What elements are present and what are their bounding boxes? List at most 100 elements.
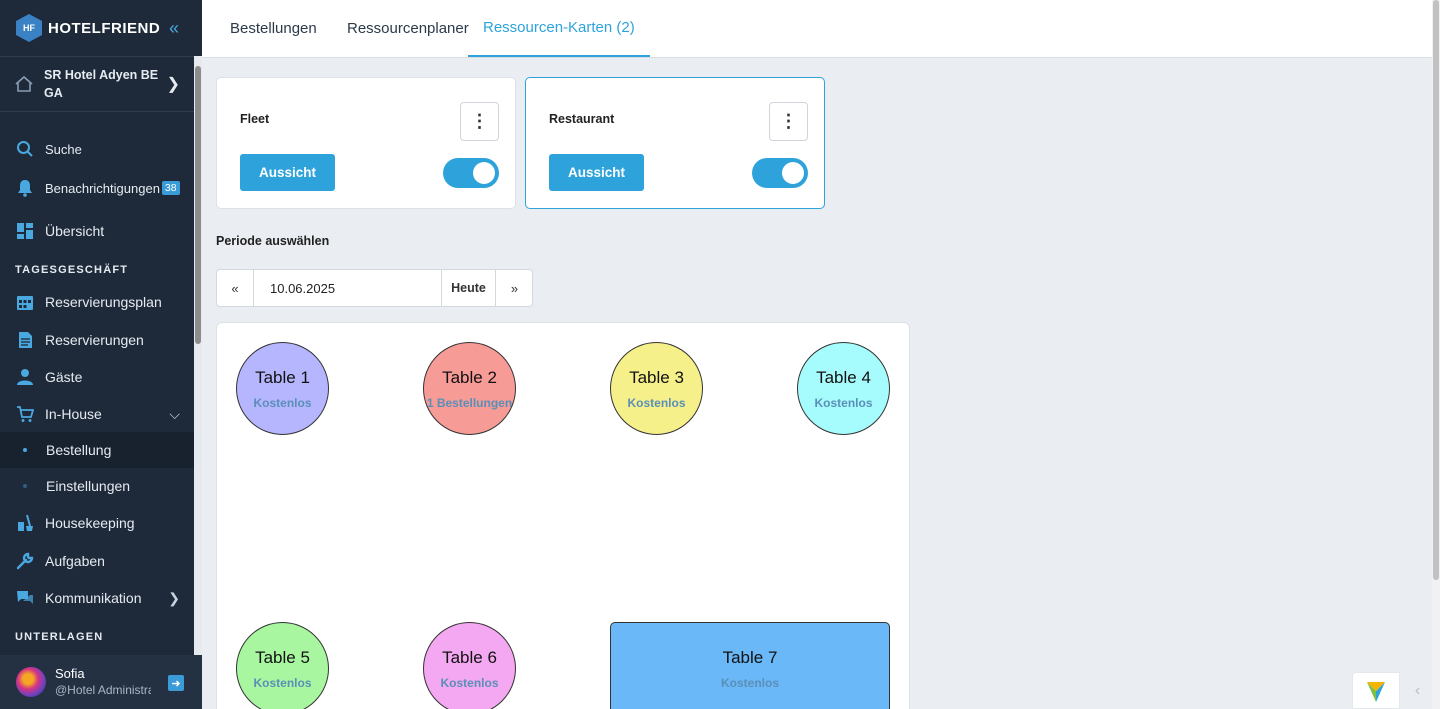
table-1[interactable]: Table 1 Kostenlos (236, 342, 329, 435)
help-widget-button[interactable] (1352, 672, 1400, 709)
period-label: Periode auswählen (216, 234, 330, 248)
table-2[interactable]: Table 2 1 Bestellungen (423, 342, 516, 435)
tab-orders[interactable]: Bestellungen (230, 0, 317, 57)
tab-resource-cards[interactable]: Ressourcen-Karten (2) (468, 0, 650, 57)
table-status: Kostenlos (253, 675, 312, 690)
sidebar-subitem-settings[interactable]: Einstellungen (0, 468, 194, 504)
enable-toggle[interactable] (443, 158, 499, 188)
user-profile[interactable]: Sofia @Hotel Administrator ➜ (0, 655, 202, 709)
cleaning-icon (16, 514, 34, 532)
today-button[interactable]: Heute (441, 270, 496, 306)
sidebar-subitem-order[interactable]: Bestellung (0, 432, 194, 468)
resource-card-title: Restaurant (549, 112, 615, 126)
table-3[interactable]: Table 3 Kostenlos (610, 342, 703, 435)
resource-card-title: Fleet (240, 112, 270, 126)
sidebar-item-label: Benachrichtigungen (45, 180, 160, 196)
more-options-icon[interactable]: ⋮ (769, 102, 808, 141)
sidebar-item-label: Reservierungsplan (45, 294, 162, 310)
toggle-knob (473, 162, 495, 184)
page-scrollbar[interactable] (1432, 0, 1440, 709)
table-status: Kostenlos (720, 675, 779, 690)
sidebar-item-overview[interactable]: Übersicht (0, 214, 194, 248)
sidebar-item-search[interactable]: Suche (0, 132, 194, 166)
resource-card-restaurant: Restaurant ⋮ Aussicht (525, 77, 825, 209)
sidebar-subitem-label: Bestellung (46, 442, 112, 458)
section-label-documents: UNTERLAGEN (15, 631, 104, 643)
logo-text: HOTELFRIEND (48, 19, 161, 37)
user-role: @Hotel Administrator (55, 683, 151, 697)
hotel-name: SR Hotel Adyen BE GA (44, 68, 159, 100)
table-name: Table 1 (255, 367, 310, 387)
chevron-right-icon: ❯ (168, 589, 180, 606)
page-scrollbar-thumb[interactable] (1433, 0, 1439, 580)
view-button[interactable]: Aussicht (240, 154, 335, 191)
floor-plan: Table 1 Kostenlos Table 2 1 Bestellungen… (216, 322, 910, 709)
sidebar-item-notifications[interactable]: Benachrichtigungen 38 (0, 171, 194, 205)
sidebar-item-tasks[interactable]: Aufgaben (0, 544, 194, 578)
sidebar-scrollbar-thumb[interactable] (195, 66, 201, 344)
tab-bar: Bestellungen Ressourcenplaner Ressourcen… (202, 0, 1432, 58)
search-icon (16, 140, 34, 158)
sidebar-item-housekeeping[interactable]: Housekeeping (0, 506, 194, 540)
section-label-daily: TAGESGESCHÄFT (15, 264, 129, 276)
sidebar-item-guests[interactable]: Gäste (0, 360, 194, 394)
calendar-icon (16, 293, 34, 311)
more-options-icon[interactable]: ⋮ (460, 102, 499, 141)
logo[interactable]: HF HOTELFRIEND (0, 0, 194, 56)
table-name: Table 7 (722, 647, 778, 667)
wrench-icon (16, 552, 34, 570)
bell-icon (16, 179, 34, 197)
collapse-sidebar-icon[interactable]: « (169, 18, 179, 39)
table-status: 1 Bestellungen (426, 395, 513, 410)
person-icon (16, 368, 34, 386)
bullet-icon (23, 484, 27, 488)
table-7[interactable]: Table 7 Kostenlos (610, 622, 890, 709)
sidebar-item-in-house[interactable]: In-House ⌵ (0, 397, 194, 431)
date-input[interactable]: 10.06.2025 (270, 281, 335, 296)
logo-icon: HF (16, 14, 42, 42)
view-button[interactable]: Aussicht (549, 154, 644, 191)
chevron-left-icon[interactable]: ‹ (1403, 672, 1432, 709)
sidebar-scrollbar[interactable] (194, 56, 202, 655)
table-5[interactable]: Table 5 Kostenlos (236, 622, 329, 709)
table-4[interactable]: Table 4 Kostenlos (797, 342, 890, 435)
table-name: Table 6 (442, 647, 497, 667)
cart-icon (16, 405, 34, 423)
table-6[interactable]: Table 6 Kostenlos (423, 622, 516, 709)
table-name: Table 5 (255, 647, 310, 667)
sidebar-item-reservations[interactable]: Reservierungen (0, 323, 194, 357)
table-status: Kostenlos (814, 395, 873, 410)
table-name: Table 3 (629, 367, 684, 387)
sidebar-item-reservation-plan[interactable]: Reservierungsplan (0, 285, 194, 319)
resource-card-fleet: Fleet ⋮ Aussicht (216, 77, 516, 209)
tab-resource-planner[interactable]: Ressourcenplaner (347, 0, 469, 57)
sidebar-item-label: Reservierungen (45, 332, 144, 348)
widget-logo-icon (1367, 681, 1385, 702)
user-name: Sofia (55, 666, 85, 681)
sidebar-item-communication[interactable]: Kommunikation ❯ (0, 581, 194, 615)
hotel-selector[interactable]: SR Hotel Adyen BE GA ❯ (0, 56, 194, 112)
sidebar: HF HOTELFRIEND « SR Hotel Adyen BE GA ❯ … (0, 0, 202, 709)
sidebar-item-label: Aufgaben (45, 553, 105, 569)
table-status: Kostenlos (253, 395, 312, 410)
logout-icon[interactable]: ➜ (168, 675, 184, 691)
sidebar-item-label: Gäste (45, 369, 83, 385)
chat-icon (16, 589, 34, 607)
sidebar-item-label: Housekeeping (45, 515, 135, 531)
bullet-icon (23, 448, 27, 452)
next-date-button[interactable]: » (496, 270, 533, 306)
sidebar-item-label: Übersicht (45, 223, 105, 239)
table-name: Table 4 (816, 367, 871, 387)
previous-date-button[interactable]: « (217, 270, 254, 306)
chevron-down-icon: ⌵ (169, 405, 180, 422)
user-info: Sofia @Hotel Administrator (55, 665, 151, 699)
avatar (16, 667, 46, 697)
table-status: Kostenlos (627, 395, 686, 410)
date-picker: « 10.06.2025 Heute » (216, 269, 533, 307)
chevron-right-icon: ❯ (166, 76, 180, 93)
table-name: Table 2 (442, 367, 497, 387)
document-icon (16, 331, 34, 349)
sidebar-subitem-label: Einstellungen (46, 478, 131, 494)
notification-count-badge: 38 (161, 181, 180, 195)
enable-toggle[interactable] (752, 158, 808, 188)
